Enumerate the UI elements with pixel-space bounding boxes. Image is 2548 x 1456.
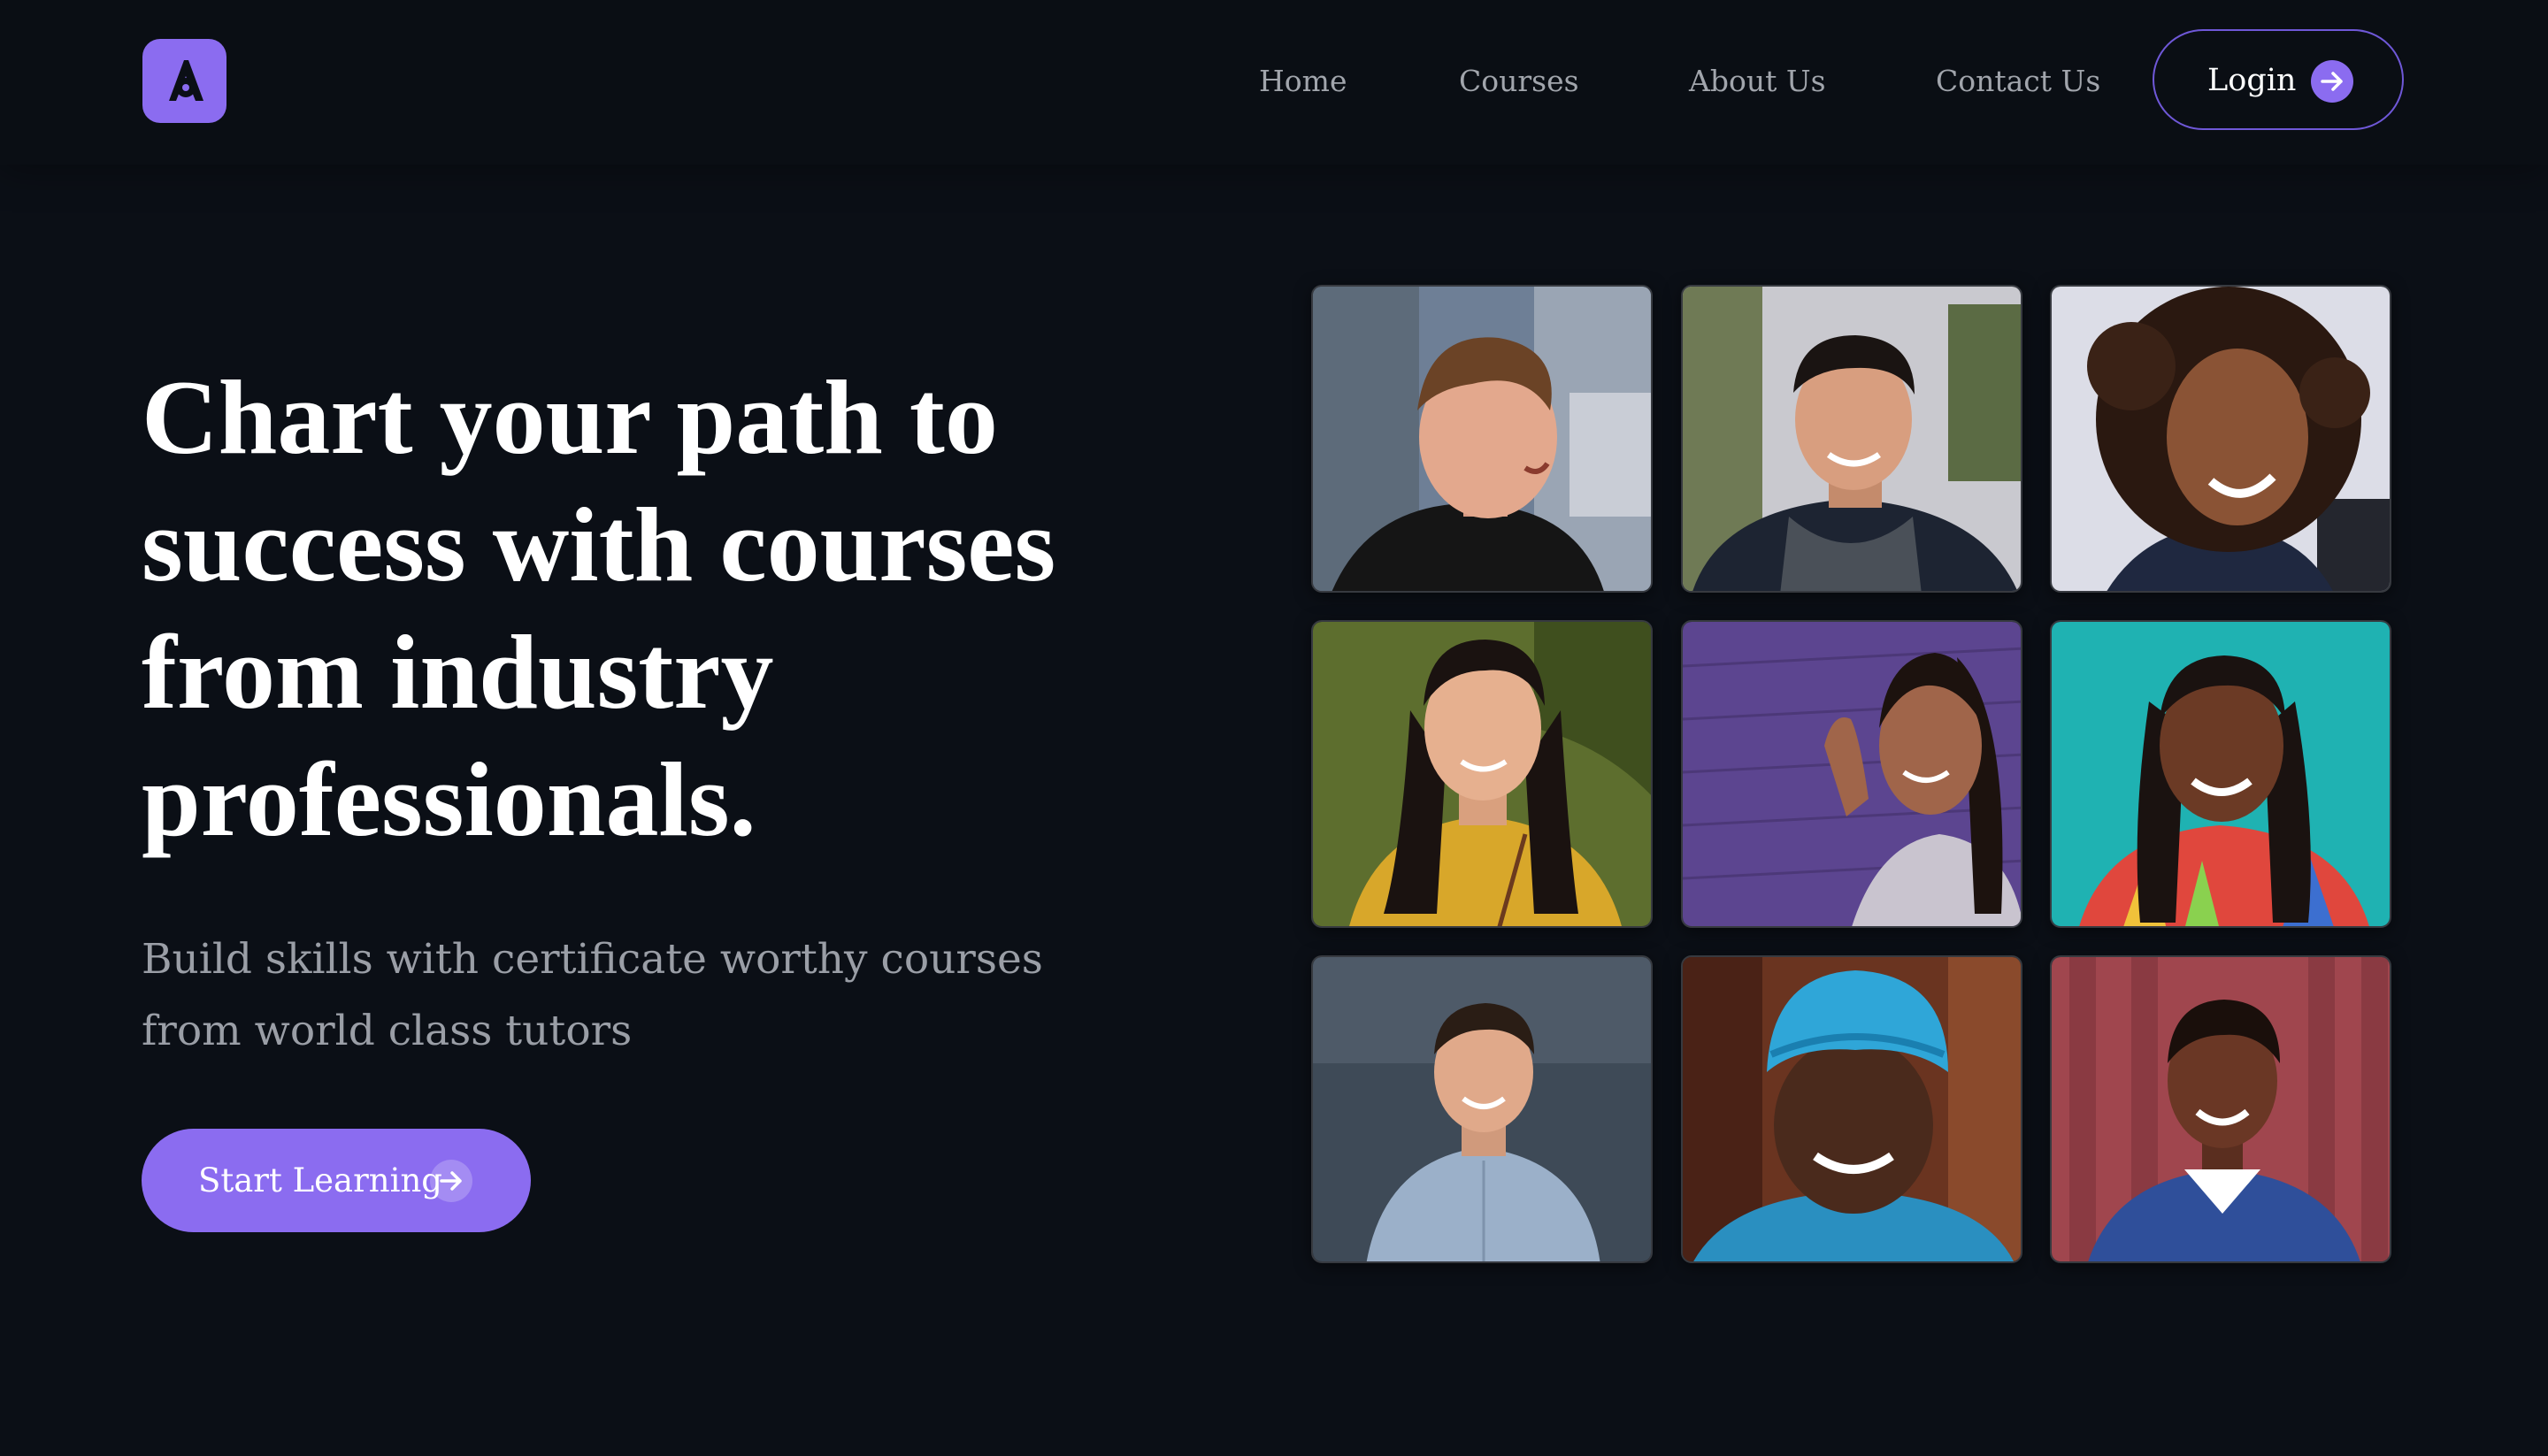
hero-subtitle: Build skills with certificate worthy cou… — [142, 935, 1043, 1055]
site-header: Home Courses About Us Contact Us Login — [0, 0, 2548, 165]
brand-logo[interactable] — [142, 39, 226, 123]
arrow-right-icon — [2311, 60, 2353, 103]
nav-about-link[interactable]: About Us — [1689, 62, 1826, 101]
photo-tile — [1311, 620, 1653, 928]
person-photo — [1313, 622, 1651, 926]
person-photo — [1683, 957, 2021, 1261]
login-label: Login — [2207, 63, 2297, 98]
person-photo — [1313, 957, 1651, 1261]
photo-tile — [2050, 285, 2391, 593]
photo-tile — [1311, 955, 1653, 1263]
person-photo — [1313, 287, 1651, 591]
person-photo — [2052, 622, 2390, 926]
login-button[interactable]: Login — [2153, 29, 2404, 130]
photo-tile — [1681, 620, 2022, 928]
a-logo-icon — [169, 60, 203, 101]
photo-tile — [1311, 285, 1653, 593]
photo-tile — [2050, 620, 2391, 928]
nav-home-link[interactable]: Home — [1259, 62, 1347, 101]
arrow-right-icon — [430, 1160, 472, 1202]
person-photo — [2052, 957, 2390, 1261]
person-photo — [1683, 287, 2021, 591]
hero-headline: Chart your path to success with courses … — [142, 358, 1056, 858]
nav-contact-link[interactable]: Contact Us — [1936, 62, 2100, 101]
person-photo — [2052, 287, 2390, 591]
photo-tile — [1681, 955, 2022, 1263]
photo-tile — [1681, 285, 2022, 593]
start-learning-button[interactable]: Start Learning — [142, 1129, 531, 1232]
photo-tile — [2050, 955, 2391, 1263]
nav-courses-link[interactable]: Courses — [1459, 62, 1579, 101]
person-photo — [1683, 622, 2021, 926]
start-learning-label: Start Learning — [198, 1161, 442, 1199]
